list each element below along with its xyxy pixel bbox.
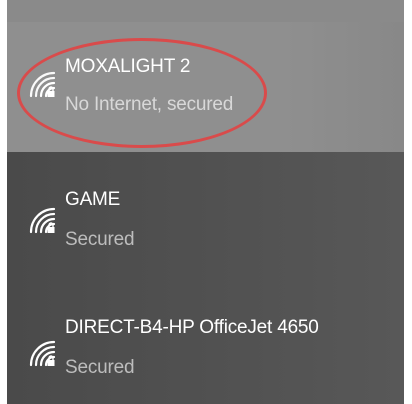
network-list: MOXALIGHT 2 No Internet, secured GAME Se… xyxy=(7,22,404,404)
wifi-secured-icon xyxy=(29,207,56,234)
screenshot-frame: MOXALIGHT 2 No Internet, secured GAME Se… xyxy=(0,0,412,404)
wifi-secured-icon xyxy=(29,71,56,98)
wifi-secured-icon xyxy=(29,340,56,367)
previous-item-edge xyxy=(7,0,404,22)
network-name: DIRECT-B4-HP OfficeJet 4650 xyxy=(65,317,319,338)
network-status: No Internet, secured xyxy=(65,94,234,115)
network-status: Secured xyxy=(65,229,135,250)
network-name: MOXALIGHT 2 xyxy=(65,56,191,77)
network-name: GAME xyxy=(65,189,121,210)
right-margin xyxy=(404,0,412,404)
network-item-direct-b4-hp-officejet-4650[interactable]: DIRECT-B4-HP OfficeJet 4650 Secured xyxy=(7,277,404,404)
network-status: Secured xyxy=(65,357,135,378)
network-item-game[interactable]: GAME Secured xyxy=(7,152,404,277)
network-item-moxalight-2[interactable]: MOXALIGHT 2 No Internet, secured xyxy=(7,22,404,152)
wifi-network-list-panel: MOXALIGHT 2 No Internet, secured GAME Se… xyxy=(7,0,404,404)
